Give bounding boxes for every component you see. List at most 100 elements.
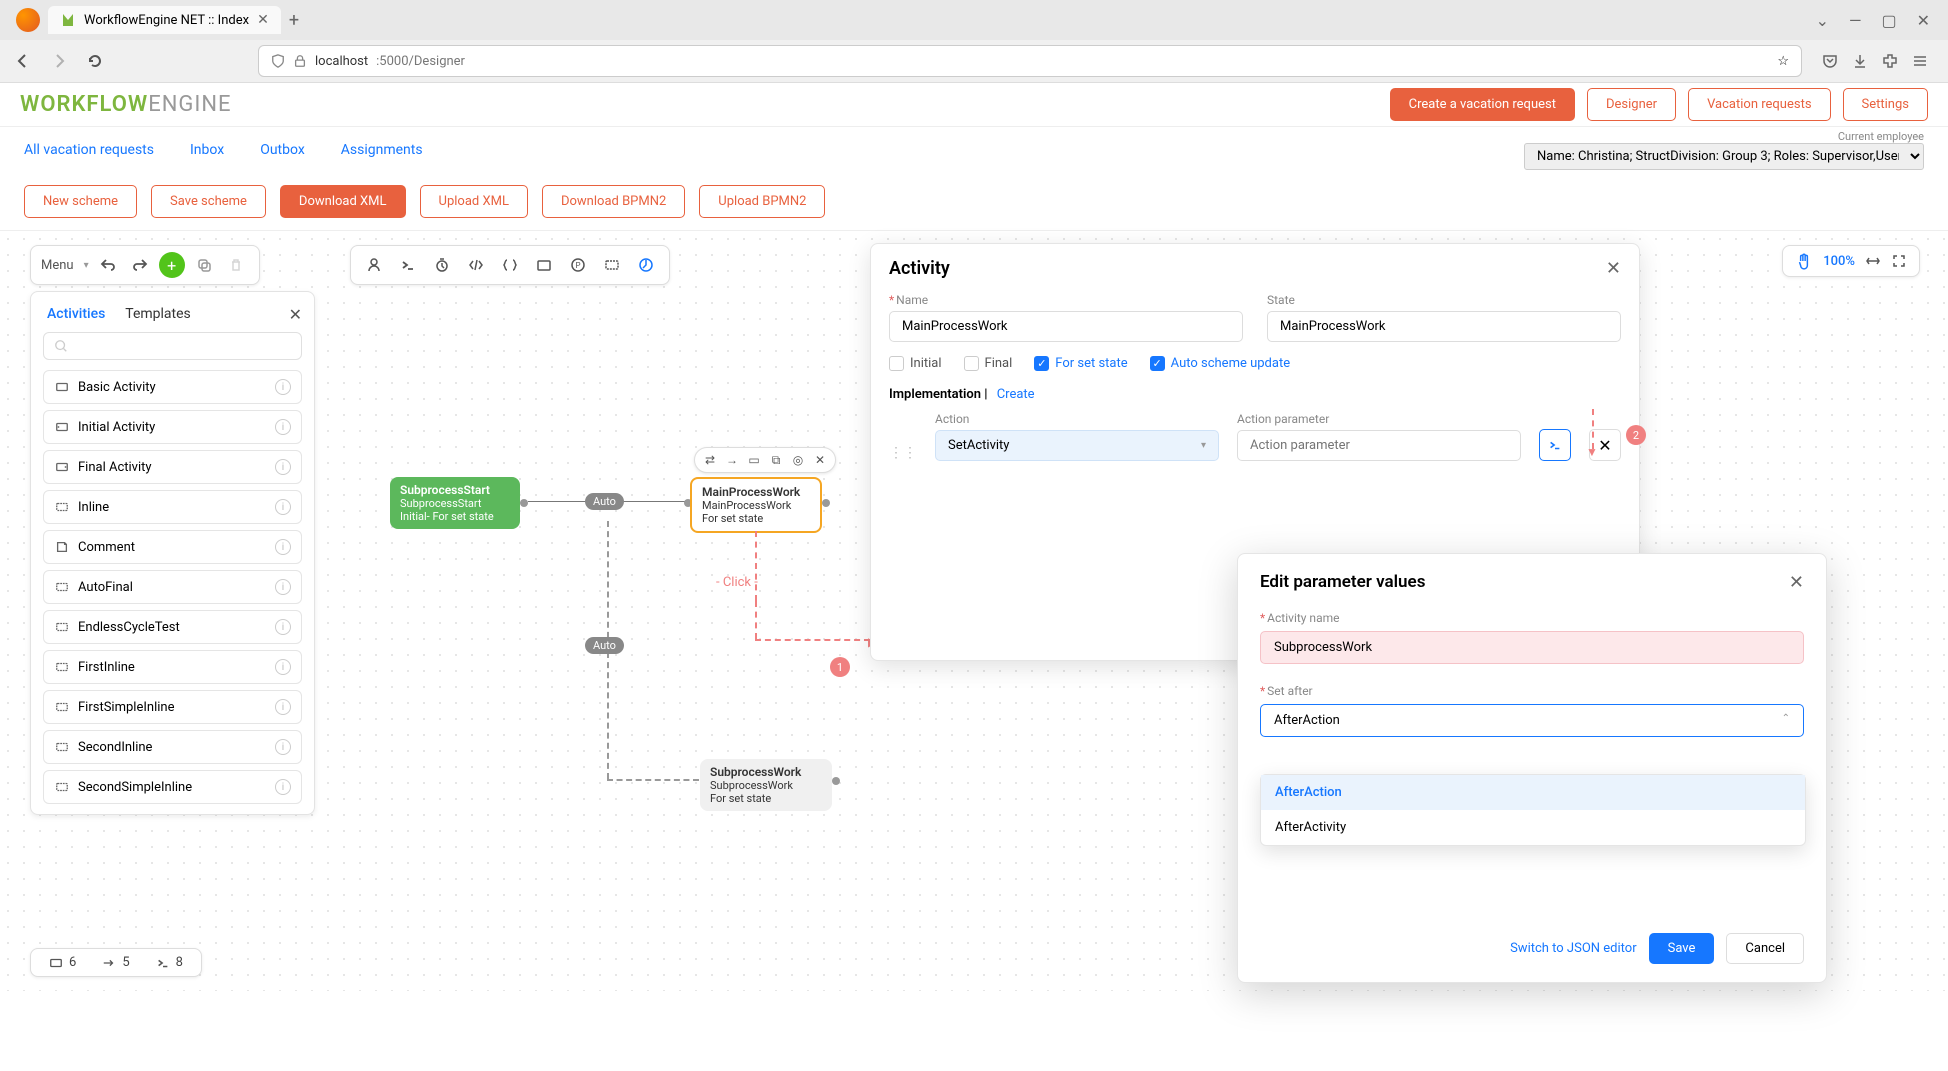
dropdown-option[interactable]: AfterActivity [1261,810,1805,845]
activity-state-input[interactable] [1267,311,1621,342]
node-tool-icon[interactable]: ⧉ [767,451,785,469]
list-item[interactable]: Basic Activityi [43,370,302,404]
info-icon[interactable]: i [275,659,291,675]
delete-icon[interactable] [223,252,249,278]
activity-name-input[interactable] [889,311,1243,342]
info-icon[interactable]: i [275,699,291,715]
info-icon[interactable]: i [275,619,291,635]
execute-action-icon[interactable] [1539,429,1571,461]
node-port[interactable] [832,777,840,785]
localization-icon[interactable] [531,252,557,278]
hamburger-icon[interactable] [1912,53,1928,69]
list-item[interactable]: FirstInlinei [43,650,302,684]
node-tool-icon[interactable]: ⇄ [701,451,719,469]
upload-xml-button[interactable]: Upload XML [420,185,528,218]
logs-icon[interactable] [633,252,659,278]
node-subprocess-start[interactable]: SubprocessStart SubprocessStart Initial-… [390,477,520,529]
checkbox-auto-scheme-update[interactable]: ✓Auto scheme update [1150,356,1290,371]
list-item[interactable]: EndlessCycleTesti [43,610,302,644]
activity-panel-close-icon[interactable]: ✕ [1606,258,1621,279]
node-tool-icon[interactable]: ▭ [745,451,763,469]
nav-all-requests[interactable]: All vacation requests [24,142,154,158]
parameters-icon[interactable] [497,252,523,278]
menu-label[interactable]: Menu [41,258,78,273]
info-icon[interactable]: i [275,499,291,515]
status-transitions[interactable]: 5 [96,955,135,970]
undo-icon[interactable] [95,252,121,278]
designer-button[interactable]: Designer [1587,88,1676,121]
window-menu-icon[interactable]: ⌄ [1816,11,1829,30]
checkbox-initial[interactable]: Initial [889,356,942,371]
checkbox-for-set-state[interactable]: ✓For set state [1034,356,1127,371]
list-item[interactable]: SecondSimpleInlinei [43,770,302,804]
new-tab-button[interactable]: + [289,10,299,31]
tab-close-icon[interactable]: ✕ [257,12,269,28]
list-item[interactable]: AutoFinali [43,570,302,604]
info-icon[interactable]: i [275,539,291,555]
status-actions[interactable]: 8 [150,955,189,970]
node-tool-icon[interactable]: ◎ [789,451,807,469]
list-item[interactable]: SecondInlinei [43,730,302,764]
list-item[interactable]: Final Activityi [43,450,302,484]
node-tool-close-icon[interactable]: ✕ [811,451,829,469]
nav-reload-button[interactable] [82,48,108,74]
download-bpmn-button[interactable]: Download BPMN2 [542,185,685,218]
dropdown-option[interactable]: AfterAction [1261,775,1805,810]
browser-tab[interactable]: WorkflowEngine NET :: Index ✕ [48,6,281,34]
edge-label-auto[interactable]: Auto [585,493,624,510]
info-icon[interactable]: i [275,379,291,395]
address-bar[interactable]: localhost:5000/Designer ☆ [258,45,1802,77]
nav-assignments[interactable]: Assignments [341,142,423,158]
actors-icon[interactable] [361,252,387,278]
activities-search[interactable] [43,332,302,360]
redo-icon[interactable] [127,252,153,278]
tab-templates[interactable]: Templates [125,306,191,322]
window-minimize-icon[interactable]: — [1849,11,1862,30]
info-icon[interactable]: i [275,779,291,795]
hand-tool-icon[interactable] [1795,252,1813,270]
add-icon[interactable]: + [159,252,185,278]
timers-icon[interactable] [429,252,455,278]
fit-icon[interactable] [1865,253,1881,269]
copy-icon[interactable] [191,252,217,278]
fullscreen-icon[interactable] [1891,253,1907,269]
switch-json-link[interactable]: Switch to JSON editor [1510,941,1637,956]
download-icon[interactable] [1852,53,1868,69]
edge-label-auto[interactable]: Auto [585,637,624,654]
pocket-icon[interactable] [1822,53,1838,69]
info-icon[interactable]: i [275,739,291,755]
nav-inbox[interactable]: Inbox [190,142,224,158]
bookmark-icon[interactable]: ☆ [1777,54,1789,69]
node-tool-icon[interactable]: → [723,451,741,469]
node-subprocess-work[interactable]: SubprocessWork SubprocessWork For set st… [700,759,832,811]
window-close-icon[interactable]: ✕ [1917,11,1930,30]
node-port[interactable] [822,499,830,507]
list-item[interactable]: Inlinei [43,490,302,524]
status-states[interactable]: 6 [43,955,82,970]
new-scheme-button[interactable]: New scheme [24,185,137,218]
employee-select[interactable]: Name: Christina; StructDivision: Group 3… [1524,143,1924,170]
drag-handle-icon[interactable]: ⋮⋮ [889,445,917,461]
tab-activities[interactable]: Activities [47,306,105,322]
settings-button[interactable]: Settings [1843,88,1928,121]
edit-panel-close-icon[interactable]: ✕ [1789,572,1804,593]
vacation-requests-button[interactable]: Vacation requests [1688,88,1830,121]
list-item[interactable]: FirstSimpleInlinei [43,690,302,724]
panel-close-icon[interactable]: ✕ [289,305,302,324]
info-icon[interactable]: i [275,579,291,595]
commands-icon[interactable] [395,252,421,278]
create-link[interactable]: Create [997,387,1035,402]
zoom-level[interactable]: 100% [1823,254,1855,269]
save-button[interactable]: Save [1649,933,1715,964]
create-vacation-button[interactable]: Create a vacation request [1390,88,1575,121]
inline-icon[interactable] [599,252,625,278]
info-icon[interactable]: i [275,419,291,435]
save-scheme-button[interactable]: Save scheme [151,185,266,218]
list-item[interactable]: Commenti [43,530,302,564]
nav-outbox[interactable]: Outbox [260,142,305,158]
list-item[interactable]: Initial Activityi [43,410,302,444]
extensions-icon[interactable] [1882,53,1898,69]
action-parameter-input[interactable] [1237,430,1521,461]
info-icon[interactable]: i [275,459,291,475]
set-after-select[interactable]: AfterAction ⌃ [1260,704,1804,737]
